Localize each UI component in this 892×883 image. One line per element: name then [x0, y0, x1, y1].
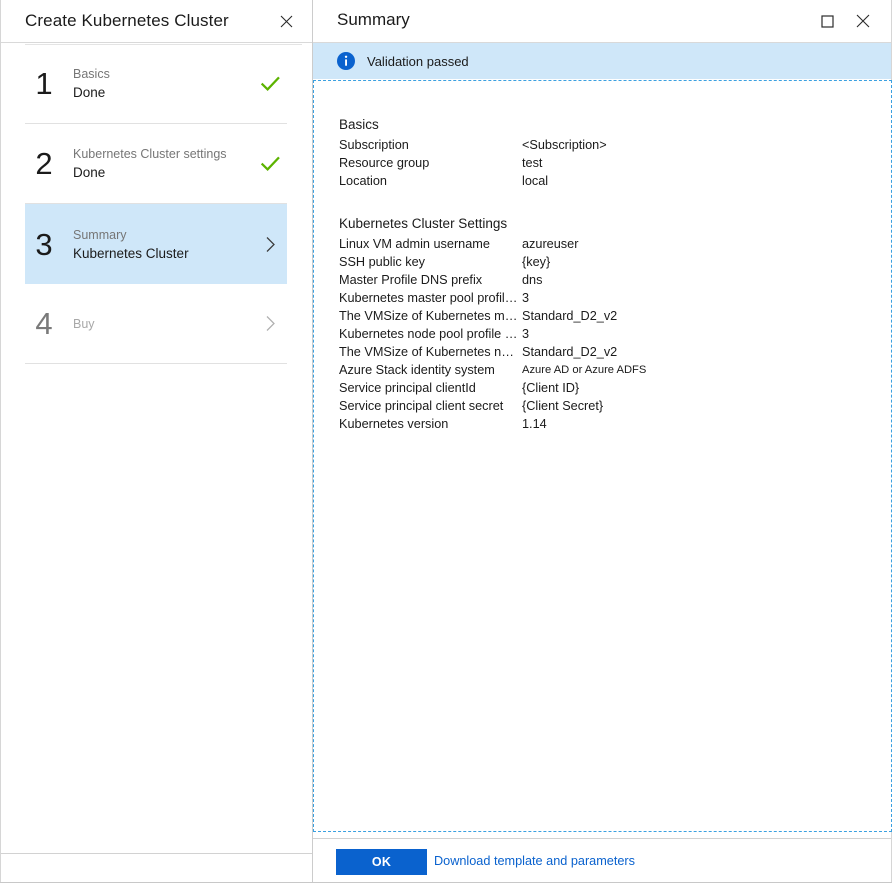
- summary-row-key: Service principal client secret: [339, 397, 522, 415]
- summary-row: Resource group test: [314, 154, 891, 172]
- validation-text: Validation passed: [367, 54, 469, 69]
- summary-row-key: Kubernetes version: [339, 415, 522, 433]
- step-text: Kubernetes Cluster settings Done: [69, 145, 253, 182]
- summary-content-region: Basics Subscription <Subscription> Resou…: [313, 80, 892, 832]
- summary-row-value: azureuser: [522, 235, 891, 253]
- summary-row: The VMSize of Kubernetes node pool profi…: [314, 343, 891, 361]
- step-text: Summary Kubernetes Cluster: [69, 226, 253, 263]
- sidebar-item-buy[interactable]: 4 Buy: [25, 284, 287, 364]
- summary-row-value: 3: [522, 325, 891, 343]
- summary-row-key: Azure Stack identity system: [339, 361, 522, 379]
- summary-row: Location local: [314, 172, 891, 190]
- summary-row: Subscription <Subscription>: [314, 136, 891, 154]
- step-text: Buy: [69, 315, 253, 333]
- summary-row: Kubernetes master pool profile count 3: [314, 289, 891, 307]
- summary-title: Summary: [337, 10, 410, 30]
- summary-row: Service principal clientId {Client ID}: [314, 379, 891, 397]
- step-subtitle: Done: [73, 163, 253, 182]
- step-status: [253, 76, 287, 92]
- maximize-icon[interactable]: [815, 9, 839, 33]
- summary-row-value: {Client ID}: [522, 379, 891, 397]
- summary-row: Master Profile DNS prefix dns: [314, 271, 891, 289]
- sidebar-item-basics[interactable]: 1 Basics Done: [25, 44, 287, 124]
- left-footer-divider: [1, 853, 312, 854]
- checkmark-icon: [261, 76, 280, 92]
- status-badge: Validation passed: [313, 43, 891, 79]
- step-subtitle: Kubernetes Cluster: [73, 244, 253, 263]
- summary-row: SSH public key {key}: [314, 253, 891, 271]
- summary-row-value: 1.14: [522, 415, 891, 433]
- step-number: 2: [25, 148, 69, 179]
- summary-row: Linux VM admin username azureuser: [314, 235, 891, 253]
- step-status: [253, 236, 287, 253]
- summary-row-value: Azure AD or Azure ADFS: [522, 361, 891, 379]
- summary-row-value: {Client Secret}: [522, 397, 891, 415]
- section-heading: Kubernetes Cluster Settings: [314, 213, 891, 234]
- step-number: 3: [25, 229, 69, 260]
- summary-row-value: 3: [522, 289, 891, 307]
- summary-row-value: dns: [522, 271, 891, 289]
- download-template-and-parameters-link[interactable]: Download template and parameters: [434, 854, 635, 868]
- summary-row-key: The VMSize of Kubernetes node pool profi…: [339, 343, 522, 361]
- summary-row-value: test: [522, 154, 891, 172]
- summary-row: Azure Stack identity system Azure AD or …: [314, 361, 891, 379]
- summary-section-basics: Basics Subscription <Subscription> Resou…: [314, 81, 891, 190]
- sidebar-item-summary[interactable]: 3 Summary Kubernetes Cluster: [25, 204, 287, 284]
- summary-row-key: Resource group: [339, 154, 522, 172]
- summary-blade: Summary Validation passed: [313, 0, 892, 883]
- checkmark-icon: [261, 156, 280, 172]
- azure-portal-blade-container: Create Kubernetes Cluster 1 Basics Done: [0, 0, 892, 883]
- summary-row-key: The VMSize of Kubernetes master pool pro…: [339, 307, 522, 325]
- summary-row: The VMSize of Kubernetes master pool pro…: [314, 307, 891, 325]
- section-heading: Basics: [314, 114, 891, 135]
- step-status: [253, 315, 287, 332]
- summary-row: Service principal client secret {Client …: [314, 397, 891, 415]
- summary-row: Kubernetes node pool profile count 3: [314, 325, 891, 343]
- create-kubernetes-cluster-blade: Create Kubernetes Cluster 1 Basics Done: [0, 0, 313, 883]
- summary-row-key: Service principal clientId: [339, 379, 522, 397]
- summary-blade-header: Summary: [313, 0, 891, 43]
- left-blade-header: Create Kubernetes Cluster: [1, 0, 312, 43]
- close-icon[interactable]: [851, 9, 875, 33]
- step-title: Summary: [73, 226, 253, 244]
- wizard-step-list: 1 Basics Done 2 Kubernetes Cluster setti…: [1, 44, 312, 853]
- step-title: Buy: [73, 315, 253, 333]
- step-subtitle: Done: [73, 83, 253, 102]
- summary-row-key: Master Profile DNS prefix: [339, 271, 522, 289]
- summary-row: Kubernetes version 1.14: [314, 415, 891, 433]
- step-title: Kubernetes Cluster settings: [73, 145, 253, 163]
- summary-row-key: Kubernetes node pool profile count: [339, 325, 522, 343]
- step-title: Basics: [73, 65, 253, 83]
- ok-button[interactable]: OK: [336, 849, 427, 875]
- step-number: 1: [25, 68, 69, 99]
- summary-row-key: SSH public key: [339, 253, 522, 271]
- chevron-right-icon: [265, 315, 276, 332]
- summary-row-key: Location: [339, 172, 522, 190]
- summary-row-key: Linux VM admin username: [339, 235, 522, 253]
- step-number: 4: [25, 308, 69, 339]
- summary-row-value: Standard_D2_v2: [522, 307, 891, 325]
- step-status: [253, 156, 287, 172]
- chevron-right-icon: [265, 236, 276, 253]
- close-icon[interactable]: [274, 9, 298, 33]
- summary-footer: OK Download template and parameters: [313, 838, 891, 883]
- page-title: Create Kubernetes Cluster: [25, 11, 229, 31]
- summary-section-kubernetes-cluster-settings: Kubernetes Cluster Settings Linux VM adm…: [314, 190, 891, 433]
- summary-row-value: Standard_D2_v2: [522, 343, 891, 361]
- sidebar-item-kubernetes-cluster-settings[interactable]: 2 Kubernetes Cluster settings Done: [25, 124, 287, 204]
- summary-row-value: local: [522, 172, 891, 190]
- info-icon: [337, 52, 355, 70]
- summary-row-key: Subscription: [339, 136, 522, 154]
- summary-row-value: {key}: [522, 253, 891, 271]
- summary-row-value: <Subscription>: [522, 136, 891, 154]
- summary-row-key: Kubernetes master pool profile count: [339, 289, 522, 307]
- step-text: Basics Done: [69, 65, 253, 102]
